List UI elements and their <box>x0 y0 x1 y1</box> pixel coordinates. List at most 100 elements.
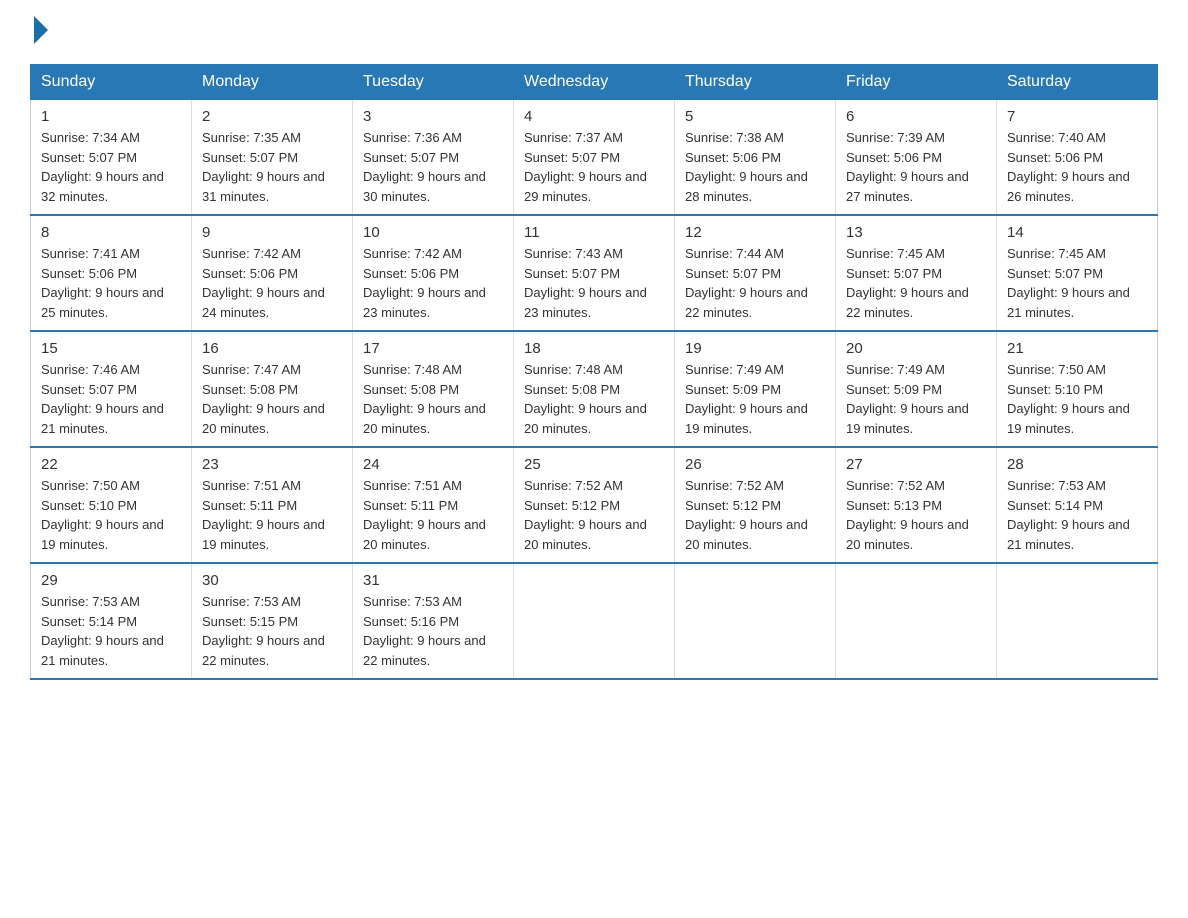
calendar-cell: 14Sunrise: 7:45 AMSunset: 5:07 PMDayligh… <box>997 215 1158 331</box>
day-number: 9 <box>202 224 342 241</box>
day-info: Sunrise: 7:39 AMSunset: 5:06 PMDaylight:… <box>846 130 969 204</box>
calendar-cell <box>514 563 675 679</box>
calendar-cell: 11 Sunrise: 7:43 AMSunset: 5:07 PMDayligh… <box>514 215 675 331</box>
day-info: Sunrise: 7:42 AMSunset: 5:06 PMDaylight:… <box>202 246 325 320</box>
header-saturday: Saturday <box>997 65 1158 100</box>
calendar-cell <box>675 563 836 679</box>
week-row-3: 15 Sunrise: 7:46 AMSunset: 5:07 PMDayligh… <box>31 331 1158 447</box>
calendar-cell: 29 Sunrise: 7:53 AMSunset: 5:14 PMDayligh… <box>31 563 192 679</box>
day-info: Sunrise: 7:47 AMSunset: 5:08 PMDaylight:… <box>202 362 325 436</box>
day-number: 10 <box>363 224 503 241</box>
calendar-cell: 19 Sunrise: 7:49 AMSunset: 5:09 PMDayligh… <box>675 331 836 447</box>
day-info: Sunrise: 7:53 AMSunset: 5:15 PMDaylight:… <box>202 594 325 668</box>
day-number: 20 <box>846 340 986 357</box>
calendar-cell: 26Sunrise: 7:52 AMSunset: 5:12 PMDayligh… <box>675 447 836 563</box>
day-number: 29 <box>41 572 181 589</box>
day-number: 19 <box>685 340 825 357</box>
header-wednesday: Wednesday <box>514 65 675 100</box>
calendar-cell: 27 Sunrise: 7:52 AMSunset: 5:13 PMDayligh… <box>836 447 997 563</box>
calendar-body: 1Sunrise: 7:34 AMSunset: 5:07 PMDaylight… <box>31 100 1158 680</box>
calendar-cell: 5 Sunrise: 7:38 AMSunset: 5:06 PMDaylight… <box>675 100 836 216</box>
day-number: 22 <box>41 456 181 473</box>
day-number: 7 <box>1007 108 1147 125</box>
day-number: 17 <box>363 340 503 357</box>
day-info: Sunrise: 7:41 AMSunset: 5:06 PMDaylight:… <box>41 246 164 320</box>
calendar-cell: 6 Sunrise: 7:39 AMSunset: 5:06 PMDaylight… <box>836 100 997 216</box>
day-number: 24 <box>363 456 503 473</box>
calendar-cell: 9 Sunrise: 7:42 AMSunset: 5:06 PMDaylight… <box>192 215 353 331</box>
day-number: 18 <box>524 340 664 357</box>
day-number: 28 <box>1007 456 1147 473</box>
day-info: Sunrise: 7:50 AMSunset: 5:10 PMDaylight:… <box>1007 362 1130 436</box>
calendar-cell: 12Sunrise: 7:44 AMSunset: 5:07 PMDayligh… <box>675 215 836 331</box>
calendar-cell: 15 Sunrise: 7:46 AMSunset: 5:07 PMDayligh… <box>31 331 192 447</box>
day-number: 5 <box>685 108 825 125</box>
calendar-cell <box>997 563 1158 679</box>
header-monday: Monday <box>192 65 353 100</box>
week-row-2: 8 Sunrise: 7:41 AMSunset: 5:06 PMDaylight… <box>31 215 1158 331</box>
day-info: Sunrise: 7:44 AMSunset: 5:07 PMDaylight:… <box>685 246 808 320</box>
header-friday: Friday <box>836 65 997 100</box>
day-number: 6 <box>846 108 986 125</box>
calendar-cell: 7 Sunrise: 7:40 AMSunset: 5:06 PMDaylight… <box>997 100 1158 216</box>
calendar-cell <box>836 563 997 679</box>
calendar-header: SundayMondayTuesdayWednesdayThursdayFrid… <box>31 65 1158 100</box>
calendar-cell: 4 Sunrise: 7:37 AMSunset: 5:07 PMDaylight… <box>514 100 675 216</box>
day-number: 16 <box>202 340 342 357</box>
calendar-cell: 23 Sunrise: 7:51 AMSunset: 5:11 PMDayligh… <box>192 447 353 563</box>
calendar-cell: 25 Sunrise: 7:52 AMSunset: 5:12 PMDayligh… <box>514 447 675 563</box>
calendar-cell: 17 Sunrise: 7:48 AMSunset: 5:08 PMDayligh… <box>353 331 514 447</box>
day-number: 11 <box>524 224 664 241</box>
calendar-cell: 13Sunrise: 7:45 AMSunset: 5:07 PMDayligh… <box>836 215 997 331</box>
header-thursday: Thursday <box>675 65 836 100</box>
header-tuesday: Tuesday <box>353 65 514 100</box>
day-number: 23 <box>202 456 342 473</box>
calendar-cell: 28 Sunrise: 7:53 AMSunset: 5:14 PMDayligh… <box>997 447 1158 563</box>
day-info: Sunrise: 7:48 AMSunset: 5:08 PMDaylight:… <box>363 362 486 436</box>
day-info: Sunrise: 7:48 AMSunset: 5:08 PMDaylight:… <box>524 362 647 436</box>
day-number: 31 <box>363 572 503 589</box>
logo-arrow-icon <box>34 16 48 44</box>
day-number: 30 <box>202 572 342 589</box>
day-number: 2 <box>202 108 342 125</box>
day-number: 25 <box>524 456 664 473</box>
day-info: Sunrise: 7:45 AMSunset: 5:07 PMDaylight:… <box>1007 246 1130 320</box>
day-number: 3 <box>363 108 503 125</box>
day-info: Sunrise: 7:36 AMSunset: 5:07 PMDaylight:… <box>363 130 486 204</box>
day-number: 21 <box>1007 340 1147 357</box>
page-header <box>30 20 1158 44</box>
day-info: Sunrise: 7:53 AMSunset: 5:14 PMDaylight:… <box>41 594 164 668</box>
calendar-cell: 22Sunrise: 7:50 AMSunset: 5:10 PMDayligh… <box>31 447 192 563</box>
day-info: Sunrise: 7:42 AMSunset: 5:06 PMDaylight:… <box>363 246 486 320</box>
day-number: 15 <box>41 340 181 357</box>
day-info: Sunrise: 7:51 AMSunset: 5:11 PMDaylight:… <box>202 478 325 552</box>
day-info: Sunrise: 7:51 AMSunset: 5:11 PMDaylight:… <box>363 478 486 552</box>
calendar-cell: 24 Sunrise: 7:51 AMSunset: 5:11 PMDayligh… <box>353 447 514 563</box>
calendar-cell: 3 Sunrise: 7:36 AMSunset: 5:07 PMDaylight… <box>353 100 514 216</box>
day-info: Sunrise: 7:40 AMSunset: 5:06 PMDaylight:… <box>1007 130 1130 204</box>
day-number: 26 <box>685 456 825 473</box>
header-row: SundayMondayTuesdayWednesdayThursdayFrid… <box>31 65 1158 100</box>
day-number: 27 <box>846 456 986 473</box>
day-info: Sunrise: 7:53 AMSunset: 5:16 PMDaylight:… <box>363 594 486 668</box>
day-info: Sunrise: 7:34 AMSunset: 5:07 PMDaylight:… <box>41 130 164 204</box>
day-number: 4 <box>524 108 664 125</box>
calendar-cell: 2Sunrise: 7:35 AMSunset: 5:07 PMDaylight… <box>192 100 353 216</box>
calendar-cell: 21 Sunrise: 7:50 AMSunset: 5:10 PMDayligh… <box>997 331 1158 447</box>
day-info: Sunrise: 7:43 AMSunset: 5:07 PMDaylight:… <box>524 246 647 320</box>
day-info: Sunrise: 7:53 AMSunset: 5:14 PMDaylight:… <box>1007 478 1130 552</box>
day-info: Sunrise: 7:37 AMSunset: 5:07 PMDaylight:… <box>524 130 647 204</box>
week-row-1: 1Sunrise: 7:34 AMSunset: 5:07 PMDaylight… <box>31 100 1158 216</box>
day-number: 8 <box>41 224 181 241</box>
calendar-table: SundayMondayTuesdayWednesdayThursdayFrid… <box>30 64 1158 680</box>
calendar-cell: 31 Sunrise: 7:53 AMSunset: 5:16 PMDayligh… <box>353 563 514 679</box>
week-row-4: 22Sunrise: 7:50 AMSunset: 5:10 PMDayligh… <box>31 447 1158 563</box>
header-sunday: Sunday <box>31 65 192 100</box>
calendar-cell: 1Sunrise: 7:34 AMSunset: 5:07 PMDaylight… <box>31 100 192 216</box>
day-info: Sunrise: 7:52 AMSunset: 5:13 PMDaylight:… <box>846 478 969 552</box>
day-info: Sunrise: 7:49 AMSunset: 5:09 PMDaylight:… <box>685 362 808 436</box>
day-info: Sunrise: 7:38 AMSunset: 5:06 PMDaylight:… <box>685 130 808 204</box>
calendar-cell: 30 Sunrise: 7:53 AMSunset: 5:15 PMDayligh… <box>192 563 353 679</box>
day-info: Sunrise: 7:52 AMSunset: 5:12 PMDaylight:… <box>524 478 647 552</box>
day-info: Sunrise: 7:46 AMSunset: 5:07 PMDaylight:… <box>41 362 164 436</box>
